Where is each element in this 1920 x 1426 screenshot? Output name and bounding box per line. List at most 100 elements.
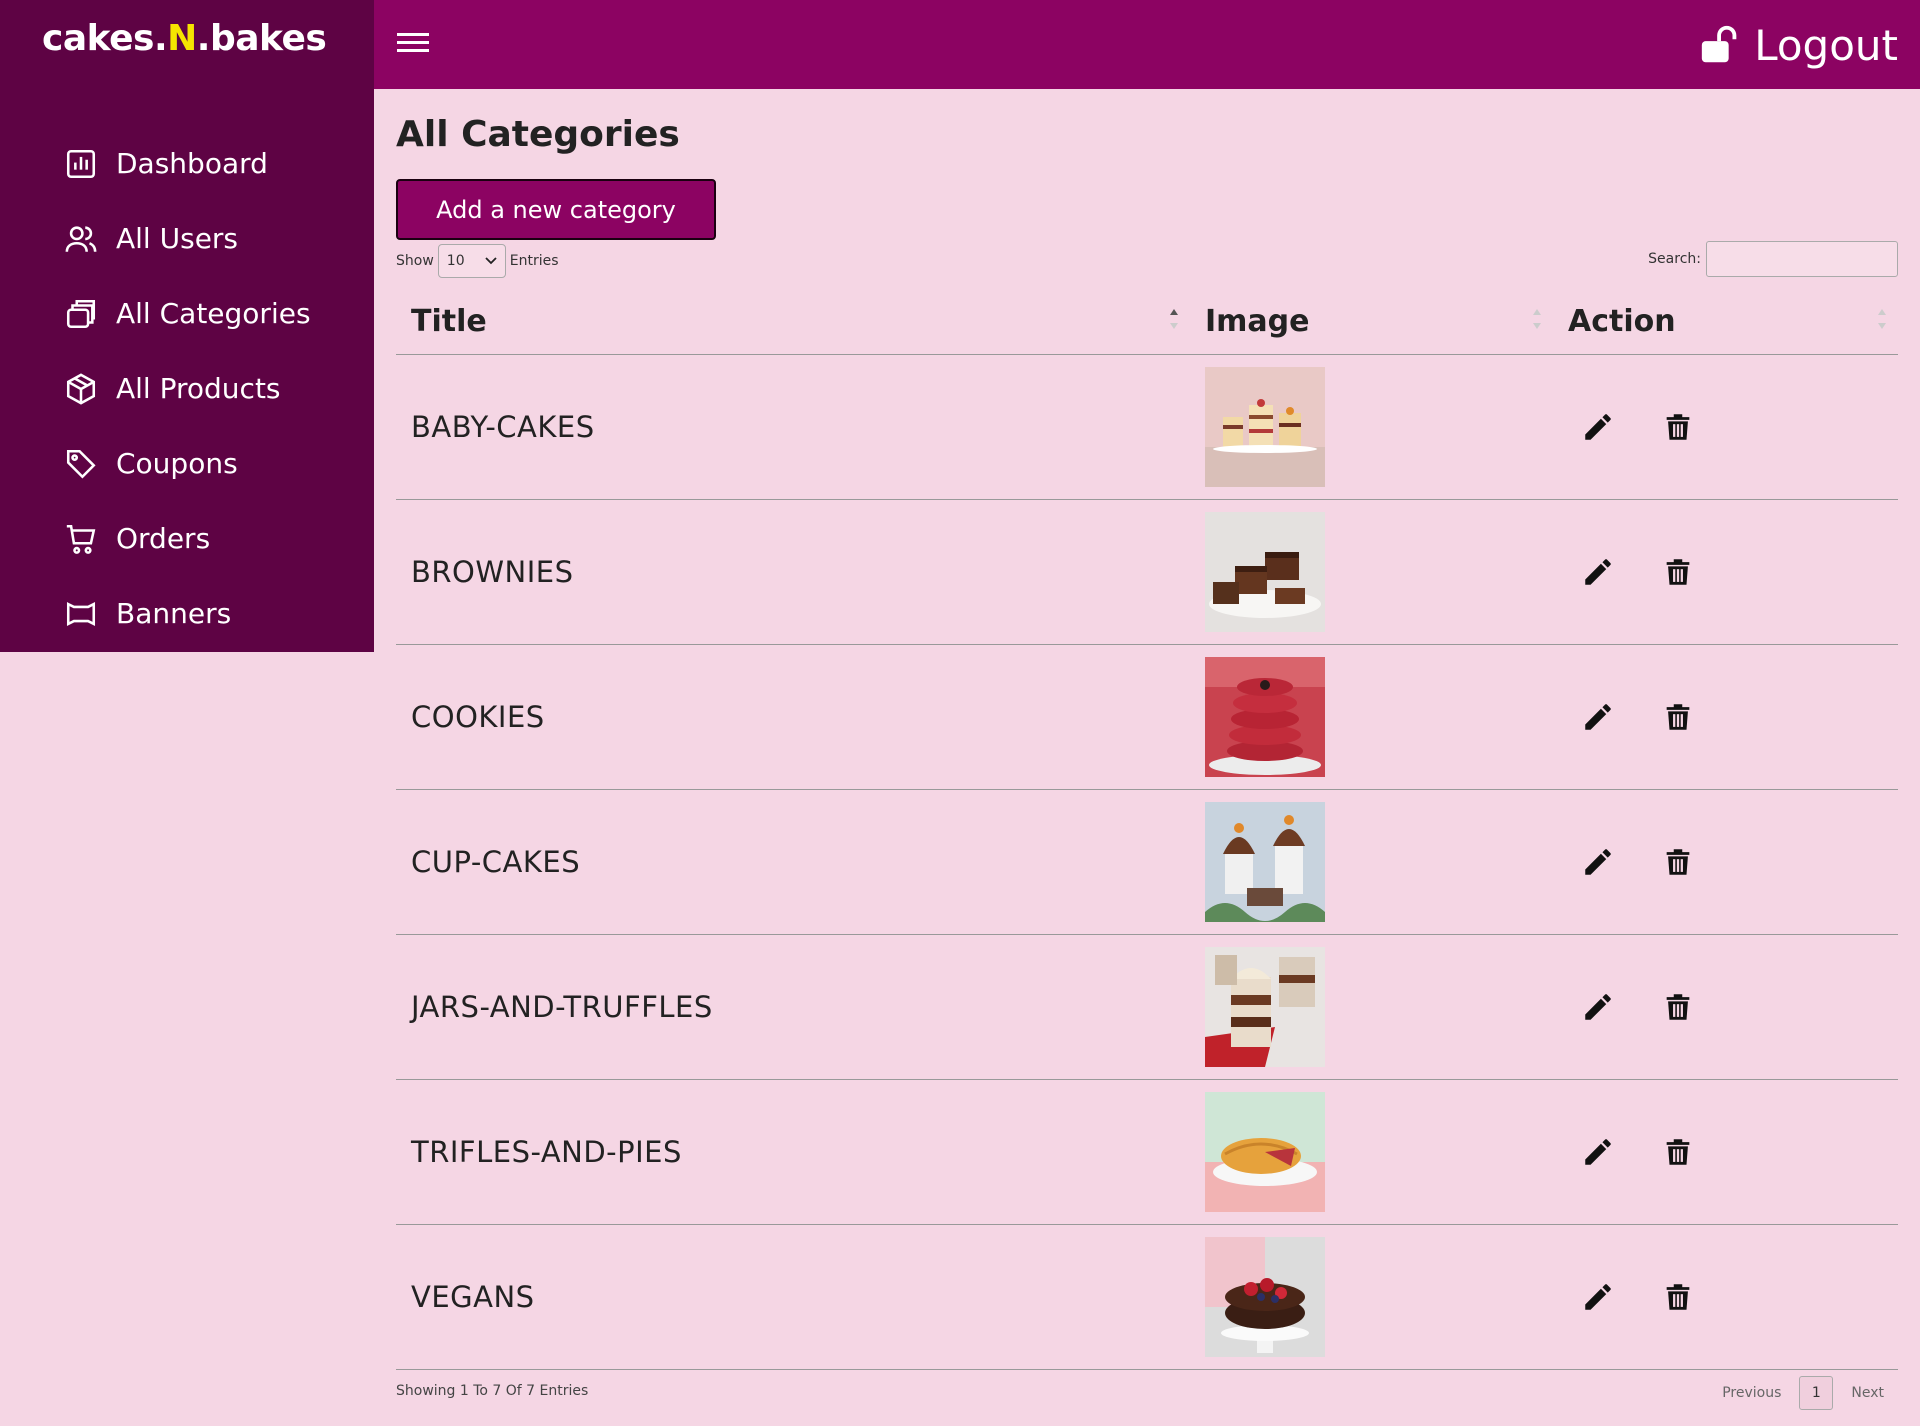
logout-label: Logout xyxy=(1754,20,1898,70)
brand-accent: N xyxy=(167,18,197,59)
categories-icon xyxy=(64,297,98,331)
column-header-label: Image xyxy=(1205,303,1310,339)
hamburger-menu-icon[interactable] xyxy=(396,28,432,58)
column-header-title[interactable]: Title xyxy=(396,288,1190,354)
category-title: JARS-AND-TRUFFLES xyxy=(411,990,713,1024)
show-label: Show xyxy=(396,253,434,269)
entries-value: 10 xyxy=(446,253,465,269)
edit-pencil-icon[interactable] xyxy=(1580,409,1616,445)
sidebar-item-products[interactable]: All Products xyxy=(0,351,374,426)
column-header-image[interactable]: Image xyxy=(1190,288,1553,354)
category-title: COOKIES xyxy=(411,700,545,734)
category-thumbnail[interactable] xyxy=(1205,657,1325,777)
previous-page-button[interactable]: Previous xyxy=(1722,1385,1781,1401)
category-thumbnail[interactable] xyxy=(1205,802,1325,922)
tag-icon xyxy=(64,447,98,481)
sort-icon xyxy=(1878,309,1886,329)
brand-logo[interactable]: cakes.N.bakes xyxy=(42,18,327,59)
sidebar-item-coupons[interactable]: Coupons xyxy=(0,426,374,501)
action-cell xyxy=(1553,554,1898,590)
table-row: CUP-CAKES xyxy=(396,790,1898,935)
action-cell xyxy=(1553,1134,1898,1170)
entries-select[interactable]: 10 xyxy=(437,244,506,278)
column-header-label: Title xyxy=(411,303,487,339)
image-cell xyxy=(1190,657,1553,777)
category-thumbnail[interactable] xyxy=(1205,947,1325,1067)
chevron-down-icon xyxy=(485,257,497,265)
category-title: TRIFLES-AND-PIES xyxy=(411,1135,682,1169)
categories-table: Title Image Action BABY-CAKES BROWNIES C… xyxy=(396,288,1898,1370)
sidebar: cakes.N.bakes Dashboard All Users All Ca… xyxy=(0,0,374,652)
edit-pencil-icon[interactable] xyxy=(1580,1134,1616,1170)
table-row: BROWNIES xyxy=(396,500,1898,645)
category-thumbnail[interactable] xyxy=(1205,367,1325,487)
action-cell xyxy=(1553,844,1898,880)
category-thumbnail[interactable] xyxy=(1205,1237,1325,1357)
image-cell xyxy=(1190,1237,1553,1357)
top-bar: Logout xyxy=(374,0,1920,89)
box-icon xyxy=(64,372,98,406)
sidebar-item-label: All Users xyxy=(116,222,239,255)
table-row: VEGANS xyxy=(396,1225,1898,1370)
sidebar-item-label: Orders xyxy=(116,522,211,555)
delete-trash-icon[interactable] xyxy=(1660,699,1696,735)
delete-trash-icon[interactable] xyxy=(1660,989,1696,1025)
sidebar-item-categories[interactable]: All Categories xyxy=(0,276,374,351)
category-thumbnail[interactable] xyxy=(1205,512,1325,632)
action-cell xyxy=(1553,1279,1898,1315)
search-label: Search: xyxy=(1648,251,1701,267)
unlock-icon xyxy=(1702,25,1737,63)
sidebar-item-banners[interactable]: Banners xyxy=(0,576,374,651)
delete-trash-icon[interactable] xyxy=(1660,409,1696,445)
sidebar-item-label: Dashboard xyxy=(116,147,268,180)
action-cell xyxy=(1553,989,1898,1025)
action-cell xyxy=(1553,409,1898,445)
image-cell xyxy=(1190,1092,1553,1212)
next-page-button[interactable]: Next xyxy=(1851,1385,1884,1401)
category-title: BABY-CAKES xyxy=(411,410,595,444)
image-cell xyxy=(1190,802,1553,922)
chart-icon xyxy=(64,147,98,181)
table-info: Showing 1 To 7 Of 7 Entries xyxy=(396,1383,589,1399)
delete-trash-icon[interactable] xyxy=(1660,554,1696,590)
page-number-button[interactable]: 1 xyxy=(1799,1376,1834,1410)
brand-part2: .bakes xyxy=(196,18,327,59)
edit-pencil-icon[interactable] xyxy=(1580,989,1616,1025)
brand-part1: cakes. xyxy=(42,18,168,59)
table-row: TRIFLES-AND-PIES xyxy=(396,1080,1898,1225)
sidebar-item-orders[interactable]: Orders xyxy=(0,501,374,576)
users-icon xyxy=(64,222,98,256)
column-header-action[interactable]: Action xyxy=(1553,288,1898,354)
category-thumbnail[interactable] xyxy=(1205,1092,1325,1212)
edit-pencil-icon[interactable] xyxy=(1580,554,1616,590)
edit-pencil-icon[interactable] xyxy=(1580,1279,1616,1315)
table-row: COOKIES xyxy=(396,645,1898,790)
table-row: BABY-CAKES xyxy=(396,355,1898,500)
entries-label: Entries xyxy=(509,253,559,269)
edit-pencil-icon[interactable] xyxy=(1580,699,1616,735)
category-title: VEGANS xyxy=(411,1280,535,1314)
column-header-label: Action xyxy=(1568,303,1676,339)
logout-button[interactable]: Logout xyxy=(1698,20,1898,70)
sort-icon xyxy=(1533,309,1541,329)
table-header: Title Image Action xyxy=(396,288,1898,355)
delete-trash-icon[interactable] xyxy=(1660,844,1696,880)
cart-icon xyxy=(64,522,98,556)
action-cell xyxy=(1553,699,1898,735)
category-title: BROWNIES xyxy=(411,555,574,589)
delete-trash-icon[interactable] xyxy=(1660,1279,1696,1315)
entries-control: Show 10 Entries xyxy=(396,244,559,278)
sidebar-item-dashboard[interactable]: Dashboard xyxy=(0,126,374,201)
sidebar-nav: Dashboard All Users All Categories All P… xyxy=(0,126,374,651)
pagination: Previous 1 Next xyxy=(1722,1376,1884,1410)
sidebar-item-label: All Categories xyxy=(116,297,311,330)
add-category-button[interactable]: Add a new category xyxy=(396,179,716,240)
delete-trash-icon[interactable] xyxy=(1660,1134,1696,1170)
sidebar-item-label: Banners xyxy=(116,597,232,630)
sidebar-item-users[interactable]: All Users xyxy=(0,201,374,276)
image-cell xyxy=(1190,947,1553,1067)
sidebar-item-label: Coupons xyxy=(116,447,238,480)
search-input[interactable] xyxy=(1706,241,1898,277)
page-title: All Categories xyxy=(396,114,680,155)
edit-pencil-icon[interactable] xyxy=(1580,844,1616,880)
